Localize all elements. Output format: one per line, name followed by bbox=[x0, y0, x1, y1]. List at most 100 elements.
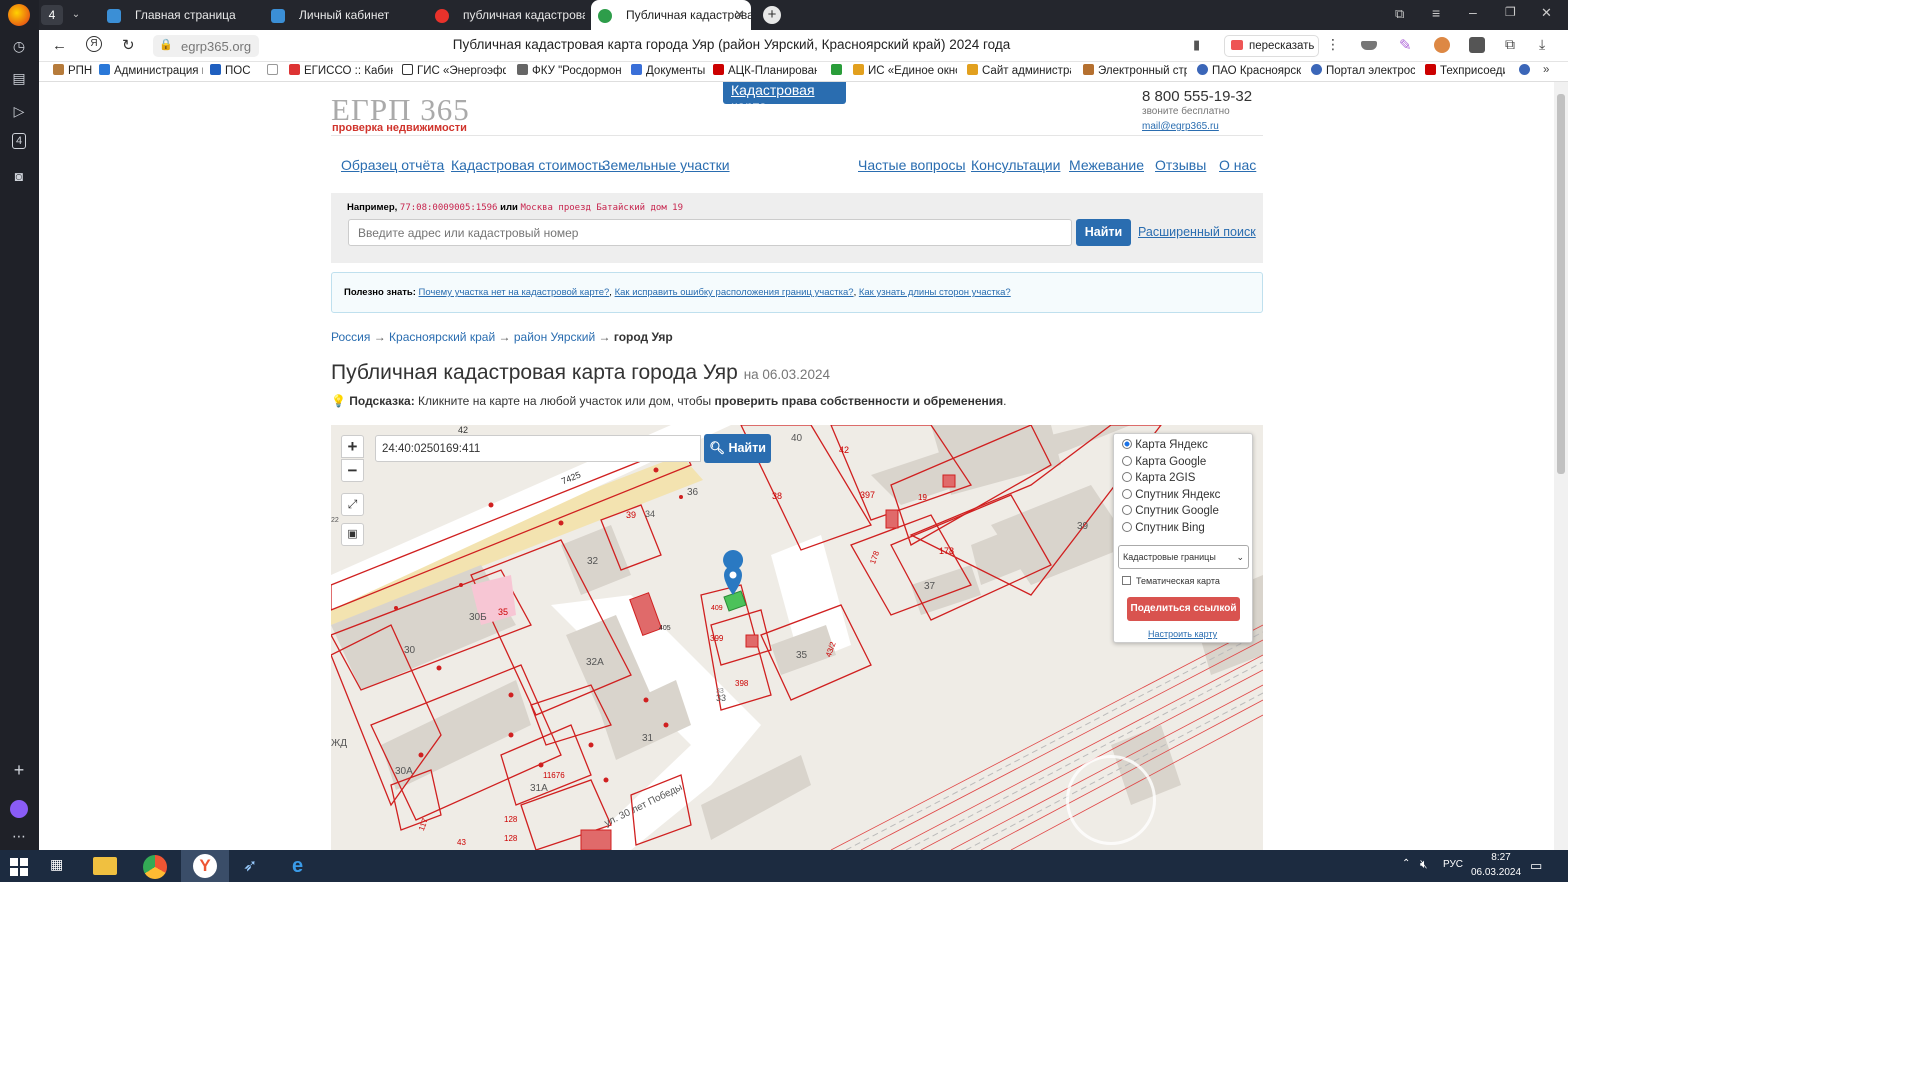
language-indicator[interactable]: РУС bbox=[1443, 859, 1463, 870]
bookmarks-overflow-icon[interactable]: » bbox=[1543, 64, 1549, 76]
restore-icon[interactable]: ❐ bbox=[1505, 5, 1516, 19]
bookmark-panel-icon[interactable]: ⧉ bbox=[1395, 6, 1404, 22]
selected-parcel[interactable] bbox=[723, 590, 747, 612]
example-code[interactable]: 77:08:0009005:1596 bbox=[400, 203, 498, 213]
chrome-icon[interactable] bbox=[143, 855, 167, 879]
bookmark-item[interactable]: ФКУ "Росдормон bbox=[517, 64, 621, 77]
radio-icon[interactable] bbox=[1122, 505, 1132, 515]
extensions-icon[interactable]: ⧉ bbox=[1505, 36, 1515, 53]
bookmark-item[interactable]: ПОС bbox=[210, 64, 251, 77]
configure-map-link[interactable]: Настроить карту bbox=[1148, 629, 1217, 639]
bookmark-item[interactable]: Техприсоеди bbox=[1425, 64, 1505, 77]
zoom-in-button[interactable]: + bbox=[341, 435, 364, 458]
nav-faq[interactable]: Частые вопросы bbox=[858, 157, 966, 173]
bookmark-item[interactable]: Администрация г bbox=[99, 64, 203, 77]
nav-consultations[interactable]: Консультации bbox=[971, 157, 1060, 173]
tab-count-badge[interactable]: 4 bbox=[41, 5, 63, 25]
bookmark-item[interactable]: ГИС «Энергоэфф bbox=[402, 64, 506, 77]
radio-checked-icon[interactable] bbox=[1122, 439, 1132, 449]
nav-about[interactable]: О нас bbox=[1219, 157, 1256, 173]
map-search-button[interactable]: 🔍︎ Найти bbox=[704, 434, 771, 463]
bookmark-item[interactable]: ЕГИССО :: Кабине bbox=[289, 64, 393, 77]
video-icon[interactable]: ▷ bbox=[9, 101, 29, 121]
share-link-button[interactable]: Поделиться ссылкой bbox=[1127, 597, 1240, 621]
tab-yandex-search[interactable]: публичная кадастровая к bbox=[435, 0, 585, 30]
internet-explorer-icon[interactable]: e bbox=[292, 855, 303, 878]
bookmark-item[interactable]: Электронный стр bbox=[1083, 64, 1187, 77]
breadcrumb-item[interactable]: район Уярский bbox=[514, 330, 595, 344]
search-button[interactable]: Найти bbox=[1076, 219, 1131, 246]
bookmark-item[interactable] bbox=[267, 64, 282, 77]
more-vertical-icon[interactable]: ⋮ bbox=[1326, 36, 1340, 53]
thematic-map-checkbox[interactable]: Тематическая карта bbox=[1122, 576, 1220, 586]
example-address[interactable]: Москва проезд Батайский дом 19 bbox=[520, 203, 683, 213]
screenshot-icon[interactable]: ◙ bbox=[9, 166, 29, 186]
history-icon[interactable]: ◷ bbox=[9, 36, 29, 56]
nav-cadastral-map-active[interactable]: Кадастровая карта bbox=[723, 82, 846, 114]
bookmark-item[interactable] bbox=[1519, 64, 1534, 77]
downloads-icon[interactable]: ⤓ bbox=[1539, 36, 1545, 53]
add-panel-icon[interactable]: + bbox=[9, 760, 29, 780]
reload-icon[interactable]: ↻ bbox=[122, 36, 135, 54]
bookmark-item[interactable]: Документы bbox=[631, 64, 705, 77]
useful-link[interactable]: Как исправить ошибку расположения границ… bbox=[615, 287, 854, 298]
bookmark-item[interactable]: ИС «Единое окно bbox=[853, 64, 957, 77]
radio-icon[interactable] bbox=[1122, 522, 1132, 532]
layer-option[interactable]: Спутник Яндекс bbox=[1122, 489, 1220, 501]
bookmark-item[interactable]: АЦК-Планирован bbox=[713, 64, 817, 77]
new-tab-icon[interactable]: + bbox=[763, 6, 781, 24]
layer-option[interactable]: Карта Яндекс bbox=[1122, 439, 1208, 451]
layer-option[interactable]: Карта 2GIS bbox=[1122, 472, 1195, 484]
nav-cadastral-map[interactable]: Кадастровая карта bbox=[731, 82, 846, 114]
bookmark-item[interactable]: ПАО Красноярскэ bbox=[1197, 64, 1301, 77]
chevron-down-icon[interactable]: ⌄ bbox=[67, 5, 85, 25]
close-tab-icon[interactable]: ✕ bbox=[734, 0, 745, 30]
retell-button[interactable]: пересказать bbox=[1224, 35, 1319, 57]
address-search-input[interactable] bbox=[348, 219, 1072, 246]
tab-main-page[interactable]: Главная страница bbox=[107, 0, 257, 30]
tabs-count-icon[interactable]: 4 bbox=[12, 133, 26, 149]
layer-option[interactable]: Спутник Google bbox=[1122, 505, 1219, 517]
advanced-search-link[interactable]: Расширенный поиск bbox=[1138, 225, 1256, 239]
print-icon[interactable]: ▣ bbox=[341, 523, 364, 546]
bookmark-item[interactable]: Сайт администра bbox=[967, 64, 1071, 77]
nav-surveying[interactable]: Межевание bbox=[1069, 157, 1144, 173]
cadastral-map[interactable]: 42 40 42 7425 36 38 397 19 178 178 39 37… bbox=[331, 425, 1263, 850]
nav-reviews[interactable]: Отзывы bbox=[1155, 157, 1206, 173]
tray-up-icon[interactable]: ⌃ bbox=[1402, 858, 1410, 869]
minimize-icon[interactable]: – bbox=[1469, 4, 1477, 20]
more-icon[interactable]: ⋯ bbox=[9, 826, 29, 846]
windows-start-icon[interactable] bbox=[10, 858, 28, 876]
clock-date[interactable]: 06.03.2024 bbox=[1466, 867, 1526, 878]
notifications-icon[interactable]: ▭ bbox=[1530, 858, 1542, 874]
map-cadastral-number-input[interactable] bbox=[375, 435, 701, 462]
scrollbar-thumb[interactable] bbox=[1557, 94, 1565, 474]
breadcrumb-item[interactable]: Россия bbox=[331, 330, 370, 344]
radio-icon[interactable] bbox=[1122, 456, 1132, 466]
radio-icon[interactable] bbox=[1122, 489, 1132, 499]
extension-hat-icon[interactable] bbox=[1361, 41, 1377, 50]
bookmark-item[interactable] bbox=[831, 64, 846, 77]
fullscreen-icon[interactable]: ⤢ bbox=[341, 493, 364, 516]
boundaries-select[interactable]: Кадастровые границы ⌄ bbox=[1118, 545, 1249, 569]
yandex-icon[interactable]: Я bbox=[86, 36, 102, 52]
checkbox-icon[interactable] bbox=[1122, 576, 1131, 585]
layer-option[interactable]: Карта Google bbox=[1122, 456, 1206, 468]
pen-extension-icon[interactable]: ✎ bbox=[1399, 36, 1412, 54]
collections-icon[interactable]: ▤ bbox=[9, 68, 29, 88]
bookmark-item[interactable]: Портал электросе bbox=[1311, 64, 1415, 77]
back-icon[interactable]: ← bbox=[52, 37, 67, 54]
radio-icon[interactable] bbox=[1122, 472, 1132, 482]
nav-cadastral-value[interactable]: Кадастровая стоимость bbox=[451, 157, 605, 173]
email-link[interactable]: mail@egrp365.ru bbox=[1142, 121, 1219, 132]
browser-logo-icon[interactable] bbox=[8, 4, 30, 26]
tab-cadastral-map[interactable]: Публичная кадастрова ✕ bbox=[591, 0, 751, 30]
menu-icon[interactable]: ≡ bbox=[1432, 5, 1440, 21]
nav-sample-report[interactable]: Образец отчёта bbox=[341, 157, 444, 173]
tab-personal-account[interactable]: Личный кабинет bbox=[271, 0, 421, 30]
file-explorer-icon[interactable] bbox=[93, 857, 117, 875]
alice-icon[interactable] bbox=[10, 800, 28, 818]
useful-link[interactable]: Как узнать длины сторон участка? bbox=[859, 287, 1011, 298]
page-title-in-omnibox[interactable]: Публичная кадастровая карта города Уяр (… bbox=[279, 37, 1184, 52]
layer-option[interactable]: Спутник Bing bbox=[1122, 522, 1205, 534]
